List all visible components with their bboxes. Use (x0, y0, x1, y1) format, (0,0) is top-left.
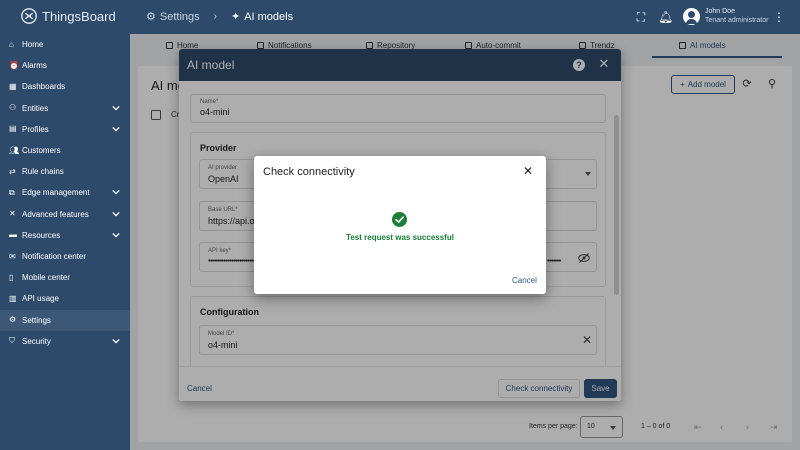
home-icon: ⌂ (9, 39, 14, 49)
sidebar-item-label: Edge management (22, 188, 90, 198)
sidebar-item-label: API usage (22, 294, 59, 304)
rule-chains-icon: ⇄ (9, 166, 16, 176)
chevron-down-icon (112, 231, 120, 239)
sidebar: ⌂ Home ⏰ Alarms ▦ Dashboards ⚇ Entities ▤ Profile… (0, 34, 130, 450)
chevron-down-icon (112, 210, 120, 218)
sidebar-item-api-usage[interactable]: ▥ API usage (0, 288, 130, 309)
sidebar-item-profiles[interactable]: ▤ Profiles (0, 119, 130, 140)
sidebar-item-rule-chains[interactable]: ⇄ Rule chains (0, 161, 130, 182)
logo-text: ThingsBoard (42, 8, 116, 24)
bell-icon[interactable]: 🔔︎ (658, 10, 673, 24)
api-icon: ▥ (9, 293, 17, 303)
close-icon[interactable]: ✕ (522, 165, 534, 177)
check-circle-icon (392, 212, 407, 227)
sidebar-item-mobile-center[interactable]: ▯ Mobile center (0, 267, 130, 288)
sidebar-item-entities[interactable]: ⚇ Entities (0, 98, 130, 119)
more-vert-icon[interactable]: ⋮ (772, 10, 786, 24)
sparkle-icon: ✦ (230, 11, 241, 23)
breadcrumb-settings[interactable]: ⚙ Settings (146, 10, 200, 24)
avatar[interactable] (683, 8, 700, 25)
edge-icon: ⧉ (9, 187, 15, 197)
sidebar-item-label: Security (22, 336, 51, 346)
sidebar-item-customers[interactable]: 👥︎ Customers (0, 140, 130, 161)
fullscreen-icon[interactable]: ⛶ (634, 10, 648, 24)
sidebar-item-label: Home (22, 40, 44, 49)
sidebar-item-label: Alarms (22, 61, 47, 71)
breadcrumb: ⚙ Settings › ✦ AI models (146, 10, 294, 24)
folder-icon: ▬ (9, 230, 17, 240)
chevron-down-icon (112, 337, 120, 345)
user-name: John Doe (705, 8, 735, 15)
alarm-icon: ⏰ (9, 60, 19, 70)
sidebar-item-dashboards[interactable]: ▦ Dashboards (0, 76, 130, 97)
chevron-down-icon (112, 125, 120, 133)
check-connectivity-dialog: Check connectivity ✕ Test request was su… (254, 156, 546, 294)
sidebar-item-label: Profiles (22, 124, 49, 134)
sidebar-item-alarms[interactable]: ⏰ Alarms (0, 55, 130, 76)
cancel-button[interactable]: Cancel (512, 276, 537, 285)
gear-icon: ⚙ (9, 315, 17, 325)
sidebar-item-settings[interactable]: ⚙ Settings (0, 309, 130, 331)
chevron-down-icon (112, 188, 120, 196)
chevron-down-icon (112, 104, 120, 112)
dialog-title: Check connectivity (263, 166, 355, 178)
logo[interactable]: ThingsBoard (20, 7, 116, 25)
sidebar-item-label: Resources (22, 230, 61, 240)
sidebar-item-label: Advanced features (22, 209, 89, 219)
dashboards-icon: ▦ (9, 81, 17, 91)
sidebar-item-label: Rule chains (22, 167, 64, 177)
profiles-icon: ▤ (9, 124, 17, 134)
sidebar-item-security[interactable]: ⛉ Security (0, 331, 130, 352)
breadcrumb-ai-models: ✦ AI models (230, 10, 294, 24)
tools-icon: ✕ (9, 209, 16, 219)
thingsboard-logo-icon (21, 8, 37, 24)
success-message: Test request was successful (346, 233, 454, 242)
breadcrumb-label: AI models (244, 10, 294, 23)
entities-icon: ⚇ (9, 103, 17, 113)
sidebar-item-home[interactable]: ⌂ Home (0, 34, 130, 55)
sidebar-item-label: Notification center (22, 252, 87, 261)
customers-icon: 👥︎ (9, 145, 20, 155)
sidebar-item-resources[interactable]: ▬ Resources (0, 225, 130, 246)
top-bar: ThingsBoard ⚙ Settings › ✦ AI models ⛶ 🔔… (0, 0, 800, 34)
gear-icon: ⚙ (146, 11, 156, 23)
breadcrumb-label: Settings (159, 10, 200, 23)
shield-icon: ⛉ (9, 336, 15, 346)
sidebar-item-notification-center[interactable]: ✉ Notification center (0, 246, 130, 267)
sidebar-item-label: Settings (22, 315, 51, 325)
mobile-icon: ▯ (9, 272, 14, 282)
sidebar-item-label: Entities (22, 103, 49, 113)
sidebar-item-label: Customers (22, 146, 61, 155)
sidebar-item-label: Mobile center (22, 273, 71, 283)
sidebar-item-label: Dashboards (22, 82, 66, 92)
chevron-right-icon: › (213, 11, 217, 22)
sidebar-item-edge-management[interactable]: ⧉ Edge management (0, 182, 130, 203)
user-role: Tenant administrator (705, 17, 769, 24)
sidebar-item-advanced-features[interactable]: ✕ Advanced features (0, 204, 130, 225)
notification-icon: ✉ (9, 251, 16, 261)
